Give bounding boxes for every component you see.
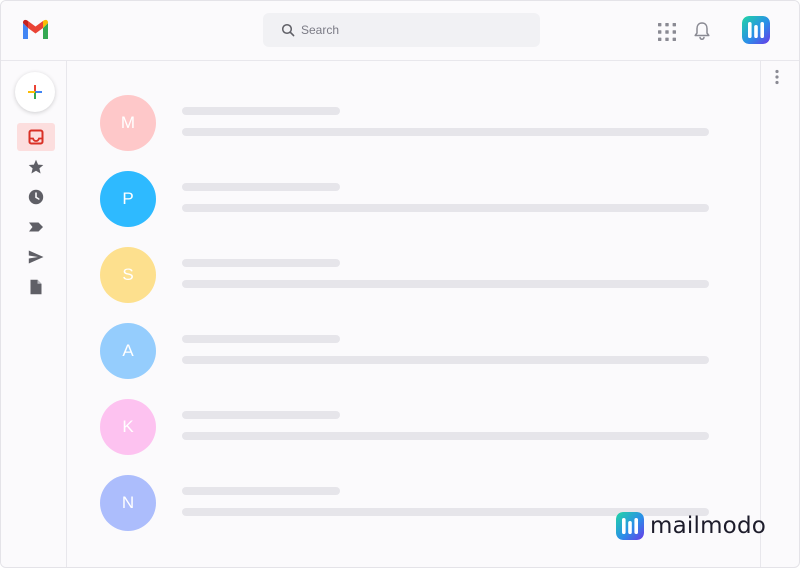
search-icon: [281, 23, 295, 37]
sidebar-item-sent[interactable]: [17, 243, 55, 271]
top-bar: [1, 1, 799, 61]
sender-avatar: A: [100, 323, 156, 379]
list-item[interactable]: K: [67, 393, 760, 463]
kebab-icon[interactable]: [774, 69, 780, 85]
apps-grid-icon[interactable]: [658, 23, 676, 41]
subject-placeholder: [182, 183, 340, 191]
subject-placeholder: [182, 487, 340, 495]
list-item[interactable]: A: [67, 317, 760, 387]
sidebar-item-drafts[interactable]: [17, 273, 55, 301]
clock-icon: [28, 189, 44, 205]
label-icon: [29, 222, 43, 232]
preview-placeholder: [182, 280, 709, 288]
bell-icon[interactable]: [693, 21, 711, 41]
sender-avatar: M: [100, 95, 156, 151]
sidebar-item-inbox[interactable]: [17, 123, 55, 151]
subject-placeholder: [182, 259, 340, 267]
list-item[interactable]: M: [67, 89, 760, 159]
brand-watermark: mailmodo: [616, 512, 766, 540]
list-item[interactable]: P: [67, 165, 760, 235]
subject-placeholder: [182, 411, 340, 419]
sender-avatar: N: [100, 475, 156, 531]
mailmodo-logo-icon[interactable]: [742, 16, 770, 44]
sender-avatar: K: [100, 399, 156, 455]
app-window: M P S A K N: [0, 0, 800, 568]
sidebar-item-starred[interactable]: [17, 153, 55, 181]
gmail-logo-icon[interactable]: [21, 19, 50, 41]
search-bar[interactable]: [263, 13, 540, 47]
subject-placeholder: [182, 107, 340, 115]
sender-avatar: S: [100, 247, 156, 303]
document-icon: [30, 279, 42, 295]
preview-placeholder: [182, 128, 709, 136]
inbox-icon: [28, 129, 44, 145]
search-input[interactable]: [301, 23, 501, 37]
plus-icon: [28, 85, 42, 99]
list-item[interactable]: S: [67, 241, 760, 311]
sidebar: [1, 61, 67, 567]
preview-placeholder: [182, 356, 709, 364]
subject-placeholder: [182, 335, 340, 343]
mailmodo-logo-icon: [616, 512, 644, 540]
message-list: M P S A K N: [67, 61, 760, 567]
brand-name: mailmodo: [650, 513, 767, 539]
sidebar-item-important[interactable]: [17, 213, 55, 241]
preview-placeholder: [182, 204, 709, 212]
preview-placeholder: [182, 432, 709, 440]
send-icon: [28, 250, 44, 264]
compose-button[interactable]: [15, 72, 55, 112]
side-panel: [760, 61, 799, 567]
star-icon: [28, 159, 44, 174]
sidebar-item-snoozed[interactable]: [17, 183, 55, 211]
sender-avatar: P: [100, 171, 156, 227]
